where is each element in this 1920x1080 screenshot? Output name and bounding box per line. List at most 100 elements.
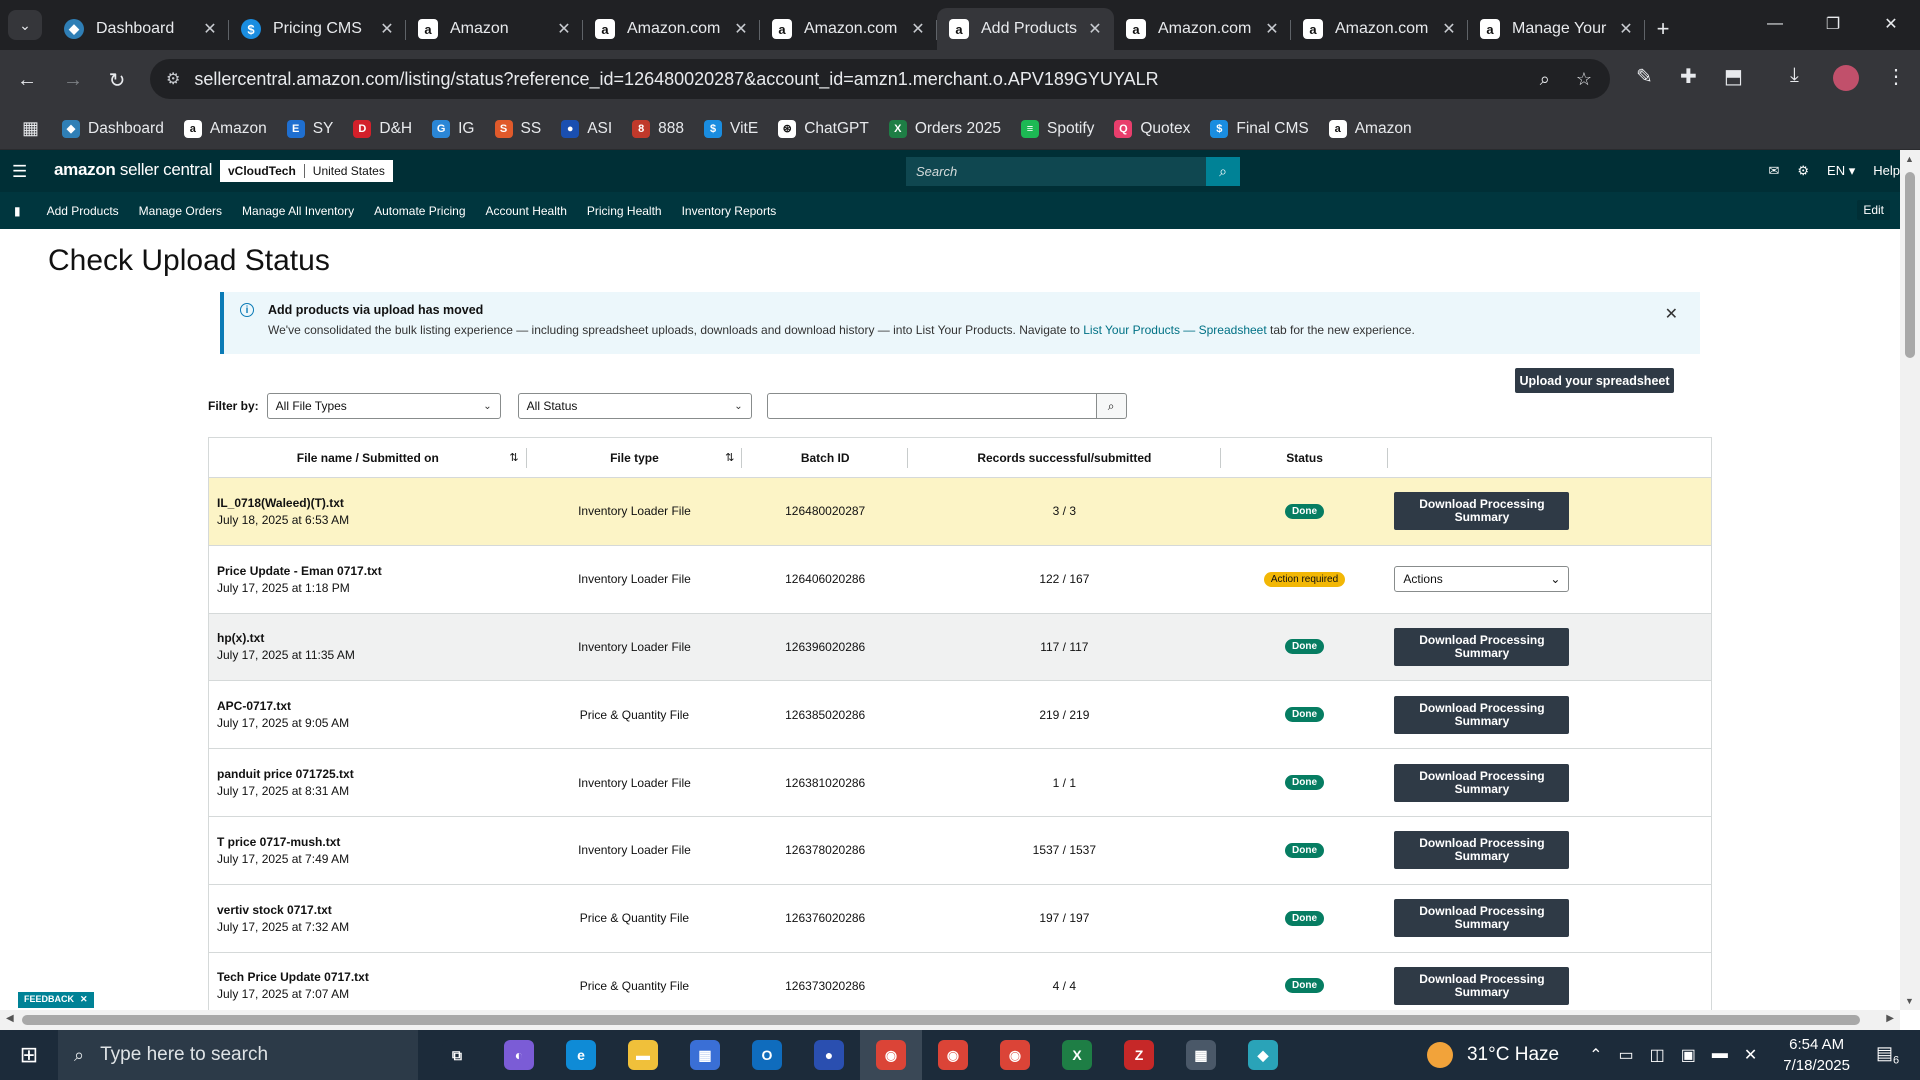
nav-link[interactable]: Pricing Health	[587, 204, 662, 218]
copilot-taskbar-button[interactable]: ◐	[488, 1030, 550, 1080]
excel-taskbar-button[interactable]: X	[1046, 1030, 1108, 1080]
filezilla-taskbar-button[interactable]: Z	[1108, 1030, 1170, 1080]
browser-tab[interactable]: a Amazon ✕	[406, 8, 583, 50]
list-your-products-link[interactable]: List Your Products — Spreadsheet	[1083, 323, 1266, 337]
notifications-icon[interactable]: ▤6	[1876, 1043, 1920, 1067]
back-icon[interactable]: ←	[12, 65, 42, 95]
bookmark-item[interactable]: ◆ Dashboard	[62, 119, 164, 138]
filter-search-button[interactable]: ⌕	[1096, 393, 1127, 419]
column-header[interactable]: File name / Submitted on ⇅	[209, 438, 527, 477]
chrome-3-taskbar-button[interactable]: ◉	[984, 1030, 1046, 1080]
show-hidden-icons-icon[interactable]: ⌃	[1589, 1045, 1602, 1065]
browser-tab[interactable]: a Amazon.com ✕	[1291, 8, 1468, 50]
actions-dropdown[interactable]: Actions ⌄	[1394, 566, 1570, 593]
banner-close-icon[interactable]: ✕	[1665, 304, 1678, 324]
column-header[interactable]: File type ⇅	[527, 438, 743, 477]
account-switcher[interactable]: vCloudTech United States	[220, 160, 393, 182]
download-summary-button[interactable]: Download Processing Summary	[1394, 763, 1570, 802]
browser-tab[interactable]: a Amazon.com ✕	[1114, 8, 1291, 50]
site-info-icon[interactable]: ⚙	[166, 69, 180, 89]
apps-grid-icon[interactable]: ▦	[22, 118, 44, 140]
nav-link[interactable]: Automate Pricing	[374, 204, 465, 218]
browser-tab[interactable]: $ Pricing CMS ✕	[229, 8, 406, 50]
app-badge-taskbar-button[interactable]: ●	[798, 1030, 860, 1080]
nav-link[interactable]: Inventory Reports	[682, 204, 777, 218]
clock[interactable]: 6:54 AM 7/18/2025	[1783, 1034, 1850, 1076]
vertical-scrollbar[interactable]: ▲ ▼	[1900, 150, 1920, 1010]
file-explorer-taskbar-button[interactable]: ▬	[612, 1030, 674, 1080]
chrome-2-taskbar-button[interactable]: ◉	[922, 1030, 984, 1080]
tab-close-icon[interactable]: ✕	[909, 19, 927, 39]
network-icon[interactable]: ▭	[1618, 1045, 1633, 1065]
zoom-icon[interactable]: ⌕	[1540, 69, 1550, 90]
bookmark-item[interactable]: a Amazon	[1328, 119, 1412, 138]
task-view-taskbar-button[interactable]: ⧉	[426, 1030, 488, 1080]
file-type-filter[interactable]: All File Types ⌄	[266, 393, 501, 419]
forward-icon[interactable]: →	[58, 65, 88, 95]
taskbar-search[interactable]: ⌕ Type here to search	[58, 1030, 418, 1080]
download-icon[interactable]: ⤓	[1790, 64, 1799, 87]
seller-central-logo[interactable]: amazon seller central	[54, 160, 212, 180]
close-window-icon[interactable]: ✕	[1862, 0, 1920, 48]
browser-tab[interactable]: a Add Products ✕	[937, 8, 1114, 50]
bookmark-item[interactable]: ⊛ ChatGPT	[778, 119, 869, 138]
new-tab-icon[interactable]: +	[1645, 8, 1681, 50]
download-summary-button[interactable]: Download Processing Summary	[1394, 966, 1570, 1005]
download-summary-button[interactable]: Download Processing Summary	[1394, 627, 1570, 666]
seller-search-button[interactable]: ⌕	[1206, 157, 1240, 186]
settings-gear-icon[interactable]: ⚙	[1797, 163, 1809, 179]
display-icon[interactable]: ▣	[1681, 1045, 1696, 1065]
nav-link[interactable]: Account Health	[486, 204, 567, 218]
tab-close-icon[interactable]: ✕	[378, 19, 396, 39]
browser-menu-icon[interactable]: ⋮	[1886, 64, 1906, 89]
nav-link[interactable]: Manage Orders	[139, 204, 222, 218]
scroll-down-icon[interactable]: ▼	[1905, 996, 1914, 1006]
tab-search-button[interactable]: ⌄	[8, 10, 42, 40]
browser-tab[interactable]: ◆ Dashboard ✕	[52, 8, 229, 50]
tab-close-icon[interactable]: ✕	[1086, 19, 1104, 39]
scroll-up-icon[interactable]: ▲	[1905, 154, 1914, 164]
tab-close-icon[interactable]: ✕	[732, 19, 750, 39]
tab-close-icon[interactable]: ✕	[555, 19, 573, 39]
bookmark-item[interactable]: S SS	[494, 119, 541, 138]
bookmark-item[interactable]: ● ASI	[561, 119, 612, 138]
bookmark-item[interactable]: X Orders 2025	[888, 119, 1001, 138]
minimize-icon[interactable]: —	[1746, 0, 1804, 48]
camera-icon[interactable]: ◫	[1650, 1045, 1665, 1065]
download-summary-button[interactable]: Download Processing Summary	[1394, 899, 1570, 938]
profile-avatar[interactable]	[1833, 65, 1859, 91]
browser-tab[interactable]: a Manage Your ✕	[1468, 8, 1645, 50]
seller-search-input[interactable]: Search	[906, 157, 1206, 186]
menu-hamburger-icon[interactable]: ☰	[12, 162, 27, 182]
bookmark-nav-icon[interactable]: ▮	[14, 204, 21, 218]
app-diamond-taskbar-button[interactable]: ◆	[1232, 1030, 1294, 1080]
extension-2-icon[interactable]: ✚	[1680, 64, 1697, 89]
bookmark-item[interactable]: D D&H	[353, 119, 412, 138]
calculator-taskbar-button[interactable]: ▦	[1170, 1030, 1232, 1080]
edit-nav-button[interactable]: Edit	[1857, 200, 1890, 220]
restore-icon[interactable]: ❐	[1804, 0, 1862, 48]
extensions-puzzle-icon[interactable]: ⬒	[1724, 64, 1743, 89]
battery-icon[interactable]: ▬	[1712, 1045, 1728, 1065]
download-summary-button[interactable]: Download Processing Summary	[1394, 695, 1570, 734]
bookmark-item[interactable]: 8 888	[632, 119, 684, 138]
chrome-taskbar-button[interactable]: ◉	[860, 1030, 922, 1080]
browser-tab[interactable]: a Amazon.com ✕	[760, 8, 937, 50]
url-text[interactable]: sellercentral.amazon.com/listing/status?…	[194, 69, 1539, 90]
tab-close-icon[interactable]: ✕	[1617, 19, 1635, 39]
volume-muted-icon[interactable]: ✕	[1744, 1045, 1757, 1065]
scroll-left-icon[interactable]: ◀	[6, 1013, 14, 1024]
download-summary-button[interactable]: Download Processing Summary	[1394, 492, 1570, 531]
nav-link[interactable]: Manage All Inventory	[242, 204, 354, 218]
help-link[interactable]: Help	[1873, 163, 1900, 179]
edge-taskbar-button[interactable]: e	[550, 1030, 612, 1080]
bookmark-item[interactable]: a Amazon	[183, 119, 267, 138]
bookmark-item[interactable]: E SY	[286, 119, 333, 138]
scroll-right-icon[interactable]: ▶	[1886, 1013, 1894, 1024]
extension-icon[interactable]: ✎	[1636, 64, 1653, 89]
outlook-taskbar-button[interactable]: O	[736, 1030, 798, 1080]
bookmark-item[interactable]: G IG	[432, 119, 475, 138]
browser-tab[interactable]: a Amazon.com ✕	[583, 8, 760, 50]
feedback-close-icon[interactable]: ✕	[80, 994, 88, 1006]
bookmark-item[interactable]: Q Quotex	[1114, 119, 1190, 138]
